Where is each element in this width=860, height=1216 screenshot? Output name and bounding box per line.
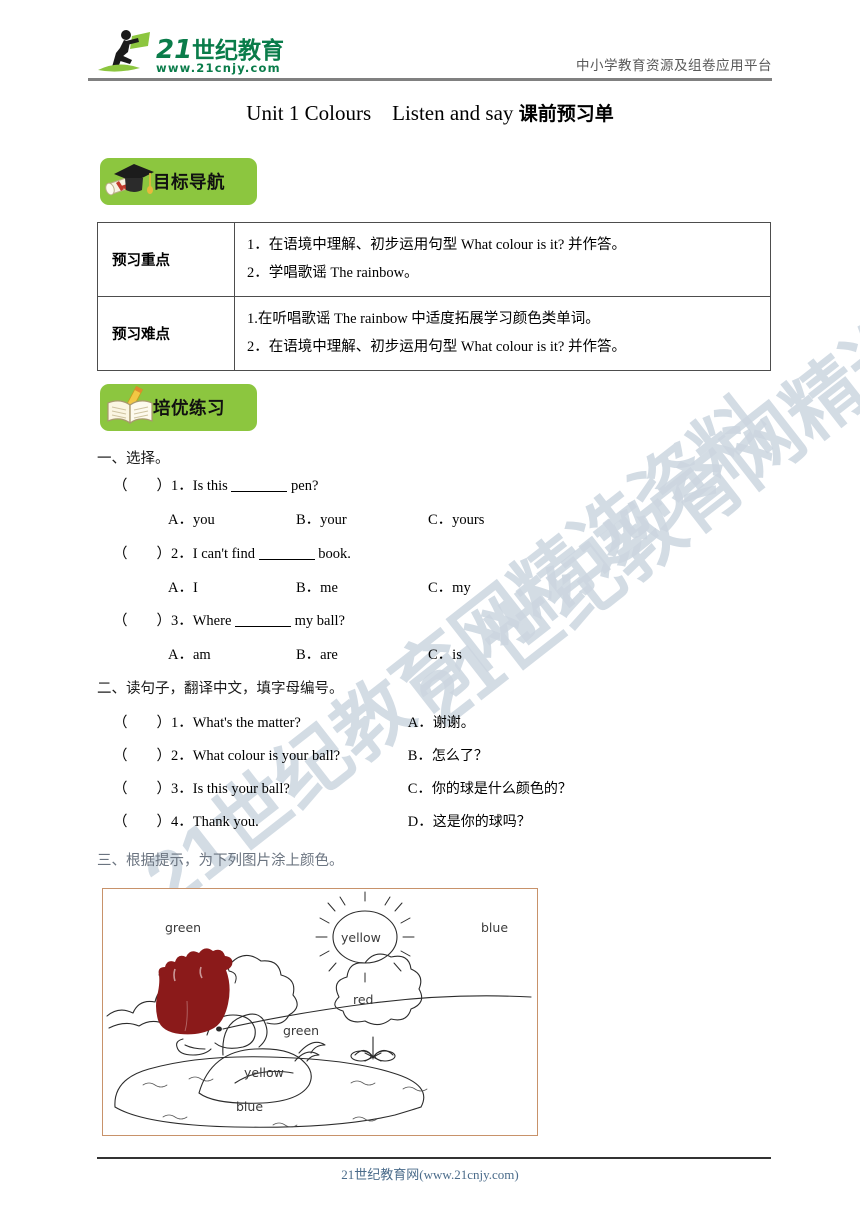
picture-label-green-mid: green: [283, 1023, 319, 1038]
item-number: 3．: [171, 781, 193, 797]
question-number: 3．: [171, 613, 193, 629]
exercise1-options-2: A．I B．me C．my: [168, 576, 471, 597]
fill-blank[interactable]: [231, 491, 288, 492]
question-number: 1．: [171, 478, 193, 494]
exercise2-item-4: （ ）4．Thank you. D．这是你的球吗？: [113, 810, 531, 831]
item-chinese: 怎么了？: [431, 748, 488, 764]
item-chinese: 你的球是什么颜色的？: [431, 781, 572, 797]
header-subtitle: 中小学教育资源及组卷应用平台: [576, 58, 772, 73]
exercise2-item-1: （ ）1．What's the matter? A．谢谢。: [113, 711, 475, 732]
question-stem-after: my ball?: [291, 613, 345, 629]
match-letter: B．: [407, 748, 432, 764]
table-cell-line: 2．在语境中理解、初步运用句型 What colour is it? 并作答。: [247, 338, 626, 355]
option-b[interactable]: B．are: [296, 643, 428, 664]
badge-goal-label: 目标导航: [153, 173, 225, 193]
match-letter: A．: [407, 715, 433, 731]
question-number: 2．: [171, 546, 193, 562]
picture-label-blue-sky: blue: [481, 920, 508, 935]
table-cell-line: 2．学唱歌谣 The rainbow。: [247, 264, 419, 281]
option-b[interactable]: B．me: [296, 576, 428, 597]
page-header: 21 世纪教育 www.21cnjy.com 中小学教育资源及组卷应用平台: [0, 0, 860, 86]
table-row-body: 1.在听唱歌谣 The rainbow 中适度拓展学习颜色类单词。 2．在语境中…: [234, 296, 771, 371]
table-cell-line: 1．在语境中理解、初步运用句型 What colour is it? 并作答。: [247, 237, 626, 253]
table-row-label: 预习难点: [97, 296, 235, 371]
picture-label-yellow-sun: yellow: [341, 930, 381, 945]
exercise1-options-3: A．am B．are C．is: [168, 643, 462, 664]
answer-paren[interactable]: （ ）: [113, 546, 171, 562]
picture-label-yellow-duck: yellow: [244, 1065, 284, 1080]
table-row-body: 1．在语境中理解、初步运用句型 What colour is it? 并作答。 …: [234, 222, 771, 297]
option-c[interactable]: C．yours: [428, 508, 484, 529]
section-badge-goal: 目标导航: [100, 158, 257, 205]
exercise2-item-2: （ ）2．What colour is your ball? B．怎么了？: [113, 744, 488, 765]
item-chinese: 这是你的球吗？: [432, 814, 531, 830]
open-book-pencil-icon: [105, 385, 157, 429]
item-number: 2．: [171, 748, 193, 764]
footer-text: 21世纪教育网(www.21cnjy.com): [341, 1167, 519, 1182]
exercise1-options-1: A．you B．your C．yours: [168, 508, 484, 529]
option-a[interactable]: A．am: [168, 643, 296, 664]
colouring-picture: green yellow blue red green yellow blue: [102, 888, 538, 1136]
question-stem-after: book.: [314, 546, 351, 562]
answer-paren[interactable]: （ ）: [113, 781, 171, 797]
picture-label-blue-pond: blue: [236, 1099, 263, 1114]
answer-paren[interactable]: （ ）: [113, 814, 171, 830]
option-a[interactable]: A．you: [168, 508, 296, 529]
option-a[interactable]: A．I: [168, 576, 296, 597]
question-stem-after: pen?: [287, 478, 319, 494]
badge-practice-label: 培优练习: [153, 399, 225, 419]
item-number: 1．: [171, 715, 193, 731]
colouring-scene-graphic: green yellow blue red green yellow blue: [103, 889, 534, 1132]
item-number: 4．: [171, 814, 193, 830]
table-row: 预习重点 1．在语境中理解、初步运用句型 What colour is it? …: [97, 222, 771, 297]
header-divider: [88, 78, 772, 81]
svg-text:www.21cnjy.com: www.21cnjy.com: [156, 61, 281, 75]
graduation-cap-icon: [105, 160, 157, 203]
footer-divider: [97, 1157, 771, 1159]
exercise2-item-3: （ ）3．Is this your ball? C．你的球是什么颜色的？: [113, 777, 572, 798]
exercise1-question-2: （ ）2．I can't find book.: [113, 542, 351, 563]
logo-graphic: 21 世纪教育 www.21cnjy.com: [98, 30, 284, 75]
option-c[interactable]: C．is: [428, 643, 462, 664]
table-row-label: 预习重点: [97, 222, 235, 297]
answer-paren[interactable]: （ ）: [113, 715, 171, 731]
question-stem-before: Where: [192, 613, 236, 629]
item-chinese: 谢谢。: [432, 715, 475, 731]
table-row: 预习难点 1.在听唱歌谣 The rainbow 中适度拓展学习颜色类单词。 2…: [97, 296, 771, 371]
preview-table: 预习重点 1．在语境中理解、初步运用句型 What colour is it? …: [97, 222, 771, 371]
question-stem-before: Is this: [192, 478, 232, 494]
exercise1-heading: 一、选择。: [97, 451, 170, 467]
document-page: 21世纪教育网精选资料 21世纪教育网精选资料 21 世纪教育 www.21cn…: [0, 0, 860, 1216]
brand-logo: 21 世纪教育 www.21cnjy.com: [88, 26, 288, 78]
fill-blank[interactable]: [235, 626, 292, 627]
section-badge-practice: 培优练习: [100, 384, 257, 431]
answer-paren[interactable]: （ ）: [113, 748, 171, 764]
question-stem-before: I can't find: [192, 546, 259, 562]
answer-paren[interactable]: （ ）: [113, 478, 171, 494]
page-title-chinese: 课前预习单: [518, 103, 614, 125]
picture-label-red-bush: red: [353, 992, 374, 1007]
svg-text:世纪教育: 世纪教育: [192, 37, 284, 64]
page-title: Unit 1 Colours Listen and say 课前预习单: [0, 99, 860, 126]
exercise2-heading: 二、读句子，翻译中文，填字母编号。: [97, 681, 344, 697]
match-letter: C．: [407, 781, 432, 797]
picture-label-green-left: green: [165, 920, 201, 935]
exercise1-question-3: （ ）3．Where my ball?: [113, 609, 345, 630]
option-c[interactable]: C．my: [428, 576, 471, 597]
answer-paren[interactable]: （ ）: [113, 613, 171, 629]
item-english: What colour is your ball?: [192, 748, 341, 764]
table-cell-line: 1.在听唱歌谣 The rainbow 中适度拓展学习颜色类单词。: [247, 311, 600, 327]
item-english: Thank you.: [192, 814, 259, 830]
fill-blank[interactable]: [258, 559, 315, 560]
page-title-english: Unit 1 Colours Listen and say: [246, 101, 514, 125]
item-english: Is this your ball?: [192, 781, 290, 797]
option-b[interactable]: B．your: [296, 508, 428, 529]
item-english: What's the matter?: [192, 715, 301, 731]
exercise3-heading: 三、根据提示，为下列图片涂上颜色。: [97, 853, 344, 869]
match-letter: D．: [407, 814, 433, 830]
exercise1-question-1: （ ）1．Is this pen?: [113, 474, 318, 495]
